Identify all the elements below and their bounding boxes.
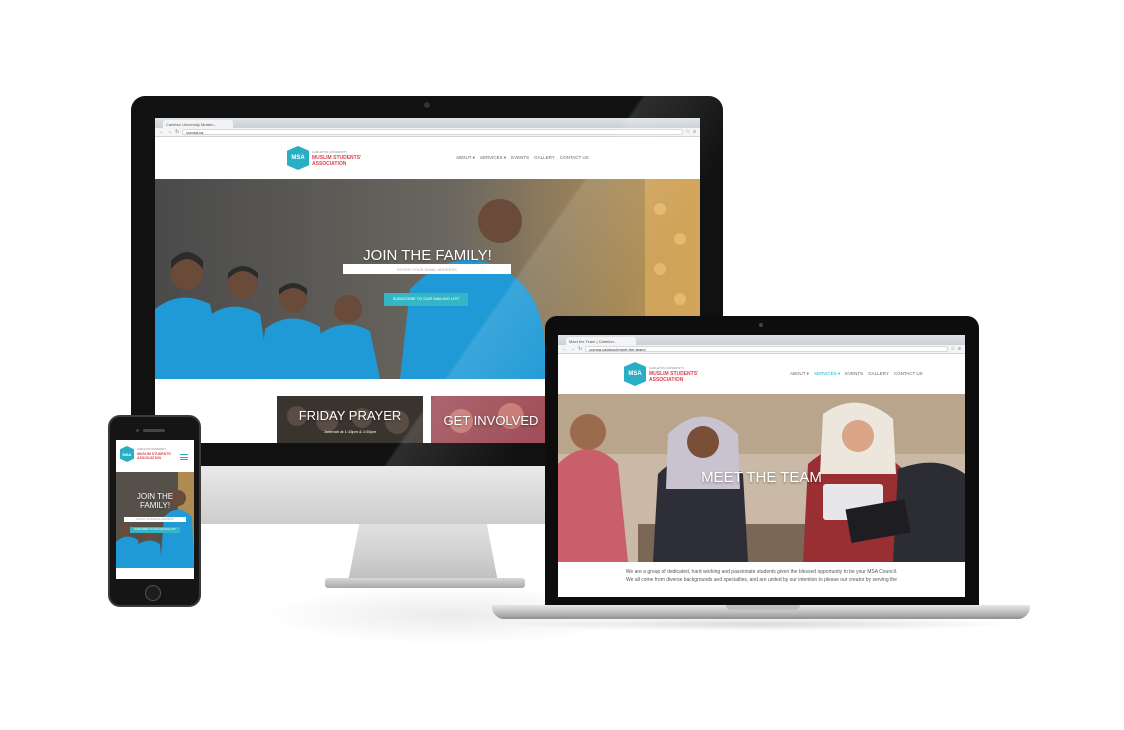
- team-hero: MEET THE TEAM: [558, 394, 965, 562]
- card-get-involved[interactable]: GET INVOLVED: [431, 396, 551, 443]
- reload-icon[interactable]: ↻: [175, 129, 179, 135]
- back-arrow-icon[interactable]: ←: [562, 346, 567, 352]
- imac-foot: [325, 578, 525, 588]
- star-icon[interactable]: ☆: [951, 346, 955, 352]
- forward-arrow-icon[interactable]: →: [570, 346, 575, 352]
- address-bar-row: ← → ↻ cumsa.ca ☆ ≡: [155, 128, 700, 137]
- browser-tab-laptop[interactable]: Meet the Team | Carleton...: [566, 337, 636, 345]
- reload-icon[interactable]: ↻: [578, 346, 582, 352]
- laptop-camera: [759, 323, 763, 327]
- device-mockup-stage: Carleton University Muslim... ← → ↻ cums…: [0, 0, 1124, 730]
- browser-tab[interactable]: Carleton University Muslim...: [163, 120, 233, 128]
- subscribe-button[interactable]: SUBSCRIBE TO OUR MAILING LIST: [384, 294, 468, 305]
- logo-wordmark-laptop: CARLETON UNIVERSITY MUSLIM STUDENTS' ASS…: [649, 365, 698, 383]
- nav-about[interactable]: ABOUT ▾: [456, 155, 475, 161]
- card-title-involved: GET INVOLVED: [443, 413, 539, 428]
- phone-screen: MSA CARLETON UNIVERSITY MUSLIM STUDENTS'…: [116, 440, 194, 579]
- site-header-laptop: MSA CARLETON UNIVERSITY MUSLIM STUDENTS'…: [558, 354, 965, 394]
- phone-logo-wordmark: CARLETON UNIVERSITY MUSLIM STUDENTS' ASS…: [137, 448, 171, 460]
- site-logo-laptop[interactable]: MSA CARLETON UNIVERSITY MUSLIM STUDENTS'…: [624, 362, 698, 386]
- address-bar-row-laptop: ← → ↻ cumsa.ca/about/meet-the-team/ ☆ ≡: [558, 345, 965, 354]
- phone-header: MSA CARLETON UNIVERSITY MUSLIM STUDENTS'…: [116, 440, 194, 472]
- card-sub-prayer: Jummah at 1:15pm & 1:50pm: [323, 429, 377, 434]
- phone-speaker: [143, 429, 165, 432]
- phone-logo-badge: MSA: [120, 446, 134, 462]
- nav-about-laptop[interactable]: ABOUT ▾: [790, 371, 809, 377]
- back-arrow-icon[interactable]: ←: [159, 129, 164, 135]
- nav-gallery[interactable]: GALLERY: [534, 155, 555, 161]
- laptop-shadow: [500, 617, 1020, 631]
- team-intro-line1: We are a group of dedicated, hard workin…: [625, 569, 898, 575]
- forward-arrow-icon[interactable]: →: [167, 129, 172, 135]
- email-input[interactable]: ENTER YOUR EMAIL ADDRESS: [343, 265, 511, 274]
- main-nav-laptop: ABOUT ▾ SERVICES ▾ EVENTS GALLERY CONTAC…: [790, 371, 923, 377]
- url-input-laptop[interactable]: cumsa.ca/about/meet-the-team/: [585, 346, 948, 352]
- logo-badge-laptop: MSA: [624, 362, 646, 386]
- laptop-notch: [726, 605, 800, 610]
- nav-gallery-laptop[interactable]: GALLERY: [868, 371, 889, 377]
- hamburger-menu-icon[interactable]: [180, 454, 188, 460]
- nav-contact-laptop[interactable]: CONTACT US: [894, 371, 923, 377]
- team-hero-title: MEET THE TEAM: [701, 469, 822, 486]
- site-logo[interactable]: MSA CARLETON UNIVERSITY MUSLIM STUDENTS'…: [287, 146, 361, 170]
- logo-line2-laptop: ASSOCIATION: [649, 377, 684, 383]
- phone-hero: JOIN THE FAMILY! ENTER YOUR EMAIL ADDRES…: [116, 472, 194, 568]
- phone-logo[interactable]: MSA CARLETON UNIVERSITY MUSLIM STUDENTS'…: [120, 446, 171, 462]
- phone-subscribe-button[interactable]: SUBSCRIBE TO OUR MAILING LIST: [130, 527, 180, 533]
- laptop-screen: Meet the Team | Carleton... ← → ↻ cumsa.…: [558, 335, 965, 597]
- phone-camera: [136, 429, 139, 432]
- imac-camera: [424, 102, 430, 108]
- team-intro-line2: We all come from diverse backgrounds and…: [626, 577, 897, 583]
- menu-icon[interactable]: ≡: [693, 129, 696, 135]
- imac-stand: [348, 520, 498, 582]
- phone-hero-title: JOIN THE FAMILY!: [136, 492, 174, 510]
- site-header: MSA CARLETON UNIVERSITY MUSLIM STUDENTS'…: [155, 137, 700, 179]
- logo-badge: MSA: [287, 146, 309, 170]
- nav-events-laptop[interactable]: EVENTS: [845, 371, 863, 377]
- nav-contact[interactable]: CONTACT US: [560, 155, 589, 161]
- browser-tab-strip: Carleton University Muslim...: [155, 118, 700, 128]
- nav-services[interactable]: SERVICES ▾: [480, 155, 506, 161]
- card-friday-prayer[interactable]: FRIDAY PRAYER Jummah at 1:15pm & 1:50pm: [277, 396, 423, 443]
- browser-tab-strip-laptop: Meet the Team | Carleton...: [558, 335, 965, 345]
- phone-email-input[interactable]: ENTER YOUR EMAIL ADDRESS: [124, 517, 186, 522]
- phone-logo-line2: ASSOCIATION: [137, 456, 162, 460]
- nav-services-laptop[interactable]: SERVICES ▾: [814, 371, 840, 377]
- logo-wordmark: CARLETON UNIVERSITY MUSLIM STUDENTS' ASS…: [312, 149, 361, 167]
- logo-line2: ASSOCIATION: [312, 161, 347, 167]
- star-icon[interactable]: ☆: [686, 129, 690, 135]
- phone-home-button[interactable]: [145, 585, 161, 601]
- main-nav: ABOUT ▾ SERVICES ▾ EVENTS GALLERY CONTAC…: [456, 155, 589, 161]
- team-intro: We are a group of dedicated, hard workin…: [558, 562, 965, 584]
- url-input[interactable]: cumsa.ca: [182, 129, 683, 135]
- hero-title: JOIN THE FAMILY!: [363, 247, 492, 264]
- menu-icon[interactable]: ≡: [958, 346, 961, 352]
- nav-events[interactable]: EVENTS: [511, 155, 529, 161]
- card-title-prayer: FRIDAY PRAYER: [298, 408, 402, 423]
